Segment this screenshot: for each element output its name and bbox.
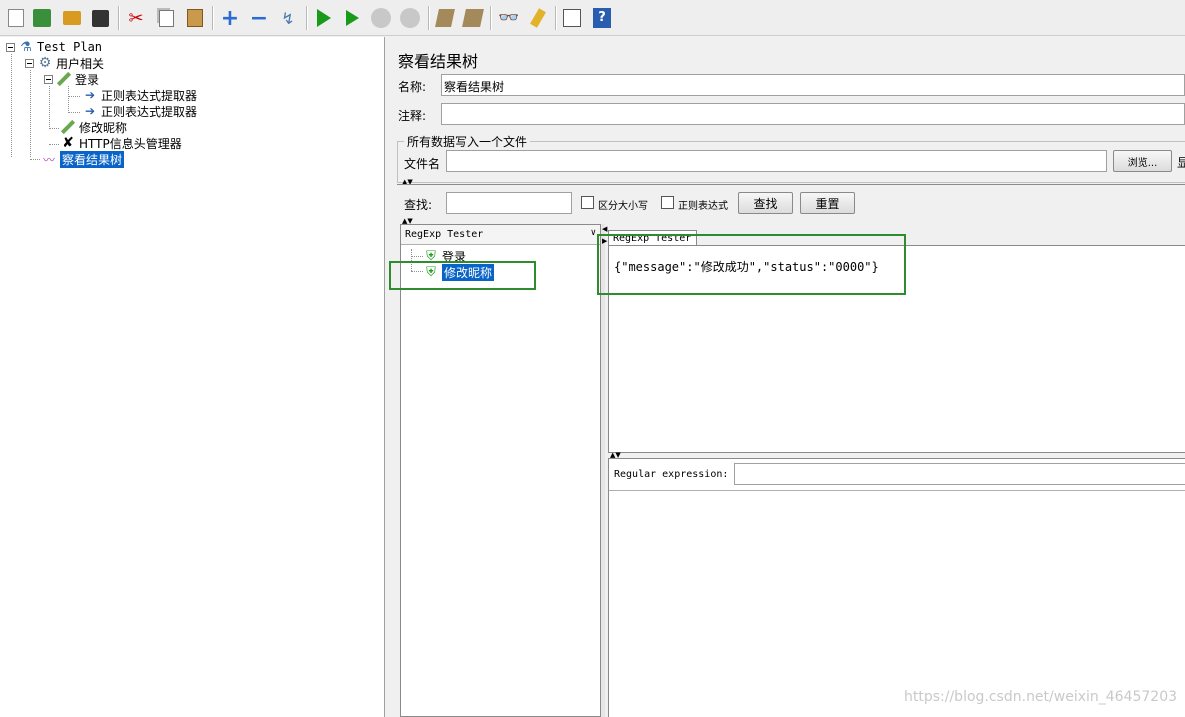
collapse-icon[interactable]: − (247, 6, 271, 31)
wrench-icon: ✘ (62, 135, 74, 151)
paste-icon[interactable] (183, 6, 207, 30)
clear-icon[interactable] (433, 6, 457, 30)
case-sensitive-checkbox[interactable] (581, 196, 594, 209)
search-field[interactable] (446, 192, 572, 214)
function-helper-icon[interactable] (560, 6, 584, 30)
graph-icon: 〰 (42, 152, 55, 167)
toggle-icon[interactable]: ↯ (276, 6, 300, 30)
stop-icon[interactable] (369, 6, 393, 30)
expand-icon[interactable]: + (218, 6, 242, 31)
flask-icon: ⚗ (20, 39, 32, 55)
comment-label: 注释: (398, 109, 427, 123)
filename-label: 文件名 (404, 157, 441, 171)
tree-item-test-plan[interactable]: ⚗ Test Plan (6, 39, 102, 55)
sampler-pen-icon (60, 119, 76, 135)
help-icon[interactable]: ? (590, 6, 614, 30)
regex-checkbox-label: 正则表达式 (678, 201, 728, 212)
name-field[interactable]: 察看结果树 (441, 74, 1185, 96)
search-icon[interactable]: 👓 (497, 6, 521, 30)
tree-item-regex-extractor-1[interactable]: ➔ 正则表达式提取器 (82, 87, 197, 103)
regex-field[interactable] (734, 463, 1185, 485)
tree-item-change-nickname[interactable]: 修改昵称 (60, 119, 127, 135)
truncated-label: 显 (1177, 156, 1185, 170)
sampler-pen-icon (56, 71, 72, 87)
gear-icon: ⚙ (38, 55, 52, 71)
watermark: https://blog.csdn.net/weixin_46457203 (904, 689, 1178, 705)
splitter-arrows[interactable]: ◀ (602, 226, 607, 233)
renderer-select[interactable]: RegExp Tester ∨ (401, 225, 600, 245)
file-group-title: 所有数据写入一个文件 (404, 133, 531, 150)
reset-search-icon[interactable] (526, 6, 550, 30)
find-button[interactable]: 查找 (738, 192, 793, 214)
templates-icon[interactable] (30, 6, 54, 30)
name-label: 名称: (398, 80, 427, 94)
comment-field[interactable] (441, 103, 1185, 125)
collapse-toggle-icon[interactable] (6, 42, 15, 52)
shutdown-icon[interactable] (398, 6, 422, 30)
chevron-down-icon: ∨ (590, 228, 596, 238)
results-tree-pane: RegExp Tester ∨ ⛨ 登录 ⛨ 修改昵称 (400, 224, 601, 717)
case-sensitive-label: 区分大小写 (598, 201, 648, 212)
tree-item-http-header-manager[interactable]: ✘ HTTP信息头管理器 (60, 135, 182, 151)
regex-label: Regular expression: (614, 469, 729, 480)
tree-item-thread-group[interactable]: ⚙ 用户相关 (25, 55, 104, 71)
extractor-arrow-icon: ➔ (84, 88, 96, 102)
tree-item-view-results-tree[interactable]: 〰 察看结果树 (41, 150, 125, 168)
start-no-pauses-icon[interactable] (340, 6, 364, 30)
cut-icon[interactable]: ✂ (124, 6, 148, 30)
new-icon[interactable] (4, 6, 28, 30)
reset-button[interactable]: 重置 (800, 192, 855, 214)
collapse-toggle-icon[interactable] (25, 58, 34, 68)
start-icon[interactable] (312, 6, 336, 30)
search-label: 查找: (404, 198, 433, 212)
regex-tester-panel: Regular expression: (608, 458, 1185, 717)
clear-all-icon[interactable] (461, 6, 485, 30)
open-icon[interactable] (60, 6, 84, 30)
tree-item-regex-extractor-2[interactable]: ➔ 正则表达式提取器 (82, 103, 197, 119)
regex-checkbox[interactable] (661, 196, 674, 209)
panel-title: 察看结果树 (398, 52, 479, 71)
test-plan-tree: ⚗ Test Plan ⚙ 用户相关 登录 ➔ 正则表达式提取器 ➔ 正则表达式… (0, 37, 385, 717)
highlight-box-result-item (389, 261, 536, 290)
browse-button[interactable]: 浏览... (1113, 150, 1172, 172)
filename-field[interactable] (446, 150, 1107, 172)
collapse-toggle-icon[interactable] (44, 74, 53, 84)
save-icon[interactable] (88, 6, 112, 30)
extractor-arrow-icon: ➔ (84, 104, 96, 118)
tree-item-login[interactable]: 登录 (44, 71, 99, 87)
copy-icon[interactable] (154, 6, 178, 30)
highlight-box-response (597, 234, 906, 295)
toolbar: ✂ + − ↯ 👓 ? (0, 0, 1185, 36)
vertical-splitter[interactable] (601, 224, 605, 717)
